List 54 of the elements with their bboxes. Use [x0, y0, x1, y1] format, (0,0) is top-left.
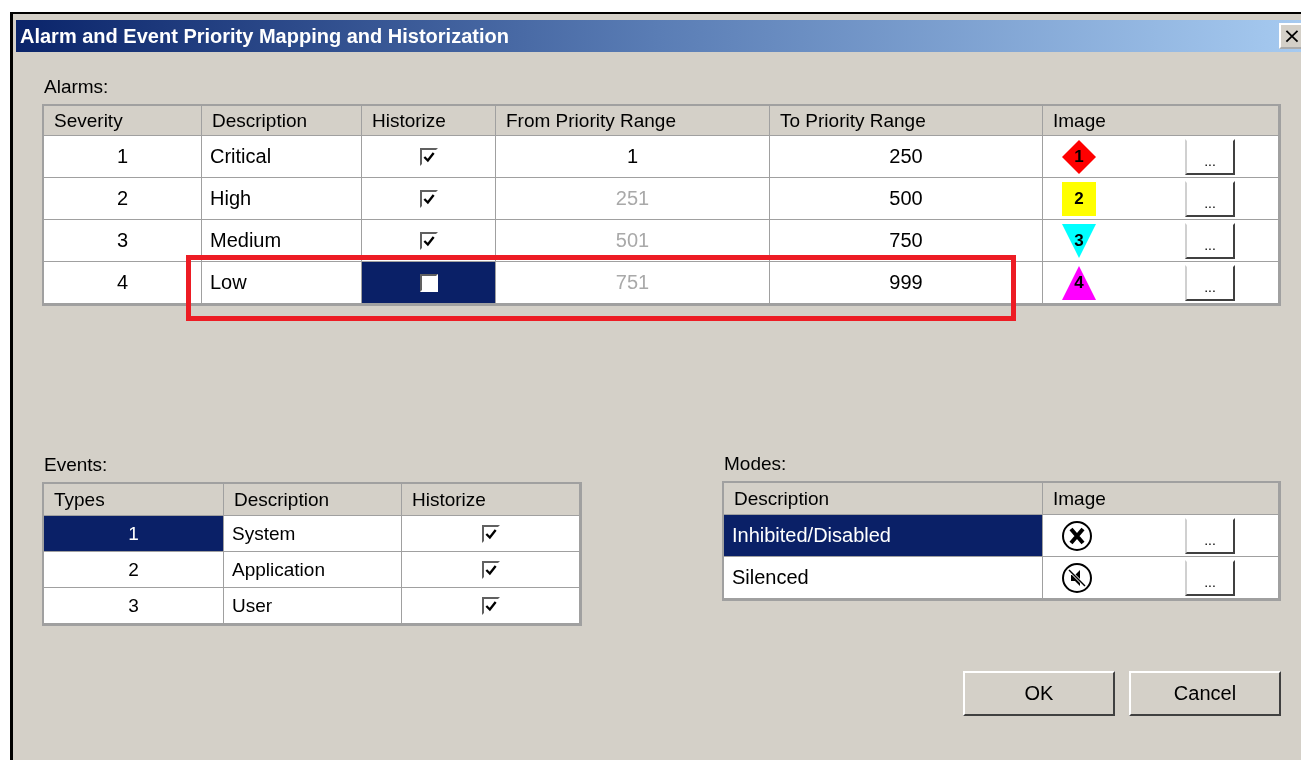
table-cell: 250	[770, 136, 1043, 178]
priority-icon: 3	[1061, 222, 1097, 259]
table-cell: 751	[496, 262, 770, 304]
dialog-button[interactable]: Cancel	[1129, 671, 1281, 716]
dialog-button[interactable]: OK	[963, 671, 1115, 716]
browse-button[interactable]: ...	[1185, 559, 1235, 596]
table-cell: 2	[44, 178, 202, 220]
checkbox[interactable]	[419, 273, 438, 292]
column-header[interactable]: Image	[1043, 106, 1279, 136]
column-header[interactable]: Historize	[402, 484, 580, 516]
table-cell: 750	[770, 220, 1043, 262]
x-circle-icon	[1061, 519, 1093, 552]
table-cell: 2	[44, 552, 224, 588]
table-cell: 1	[496, 136, 770, 178]
table-cell: Medium	[202, 220, 362, 262]
table-cell: 1	[44, 516, 224, 552]
column-header[interactable]: Description	[224, 484, 402, 516]
column-header[interactable]: Image	[1043, 483, 1279, 515]
table-cell: Application	[224, 552, 402, 588]
table-cell: 4	[44, 262, 202, 304]
table-cell: Silenced	[724, 557, 1043, 599]
browse-button[interactable]: ...	[1185, 180, 1235, 217]
close-button[interactable]: ×	[1279, 23, 1301, 49]
table-cell: 3	[44, 588, 224, 624]
table-cell: System	[224, 516, 402, 552]
muted-speaker-icon	[1061, 561, 1093, 594]
table-cell: 500	[770, 178, 1043, 220]
section-label: Modes:	[724, 453, 788, 475]
column-header[interactable]: From Priority Range	[496, 106, 770, 136]
section-label: Events:	[44, 454, 109, 476]
table-cell: User	[224, 588, 402, 624]
column-header[interactable]: To Priority Range	[770, 106, 1043, 136]
table-cell: 501	[496, 220, 770, 262]
priority-icon: 4	[1061, 264, 1097, 301]
column-header[interactable]: Historize	[362, 106, 496, 136]
table-cell: Inhibited/Disabled	[724, 515, 1043, 557]
table-cell: High	[202, 178, 362, 220]
window-title: Alarm and Event Priority Mapping and Historization	[19, 24, 509, 48]
browse-button[interactable]: ...	[1185, 138, 1235, 175]
priority-icon: 1	[1061, 138, 1097, 175]
column-header[interactable]: Types	[44, 484, 224, 516]
section-label: Alarms:	[44, 76, 110, 98]
column-header[interactable]: Description	[202, 106, 362, 136]
browse-button[interactable]: ...	[1185, 222, 1235, 259]
browse-button[interactable]: ...	[1185, 264, 1235, 301]
table-cell: 251	[496, 178, 770, 220]
table-cell: 999	[770, 262, 1043, 304]
column-header[interactable]: Description	[724, 483, 1043, 515]
table-cell: 3	[44, 220, 202, 262]
priority-icon: 2	[1061, 180, 1097, 217]
table-cell: Critical	[202, 136, 362, 178]
table-cell: 1	[44, 136, 202, 178]
column-header[interactable]: Severity	[44, 106, 202, 136]
browse-button[interactable]: ...	[1185, 517, 1235, 554]
